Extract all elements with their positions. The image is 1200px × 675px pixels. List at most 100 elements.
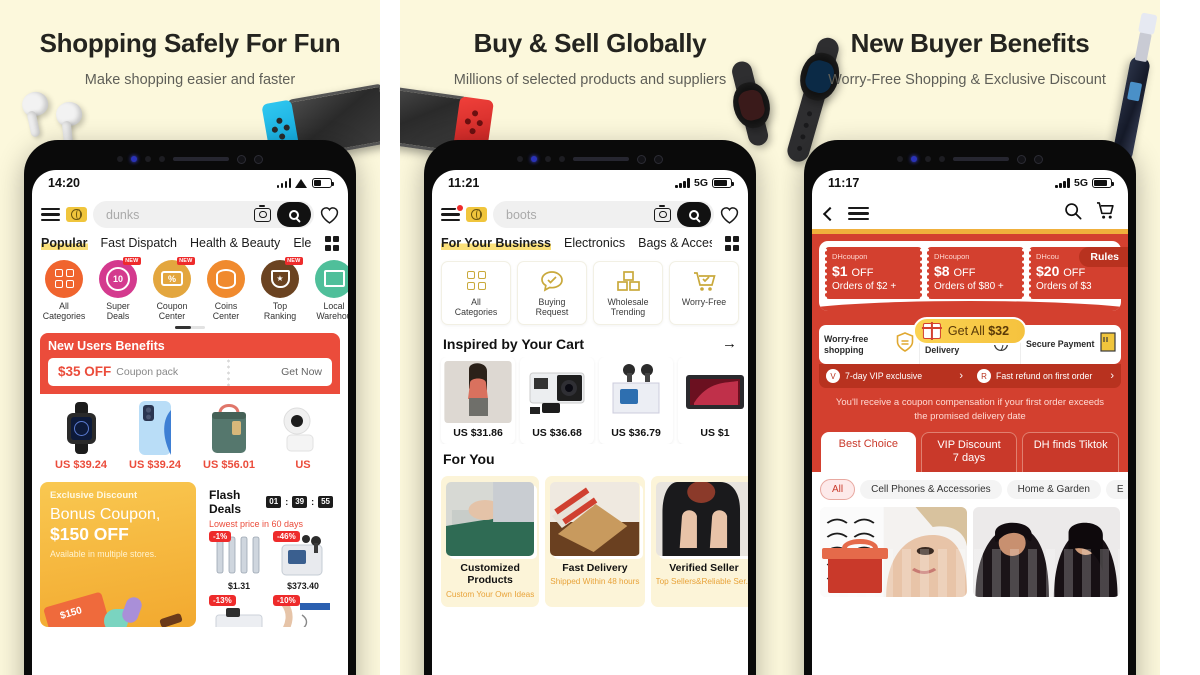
all-tabs-grid-icon[interactable]	[724, 236, 739, 251]
search-icon[interactable]	[1064, 202, 1082, 225]
category-coupon-center[interactable]: NEW % Coupon Center	[148, 256, 196, 321]
vip-row-exclusive[interactable]: V 7-day VIP exclusive ›	[819, 364, 970, 388]
flash-item[interactable]: -13%	[209, 594, 269, 627]
quick-action-all-categories[interactable]: All Categories	[441, 260, 511, 325]
vip-row-refund[interactable]: R Fast refund on first order ›	[970, 364, 1121, 388]
cart-product-card[interactable]: US $31.86	[441, 356, 515, 444]
coupon-brand: DHcoupon	[832, 252, 868, 261]
search-button[interactable]	[277, 202, 311, 227]
foryou-card[interactable]: Fast Delivery Shipped Within 48 hours	[545, 475, 645, 607]
camera-search-icon[interactable]	[654, 204, 671, 222]
shield-icon	[896, 332, 914, 357]
cart-product-card[interactable]: US $36.68	[520, 356, 594, 444]
new-badge: NEW	[176, 256, 195, 265]
flash-title: Flash Deals	[209, 487, 242, 516]
grid-icon	[444, 269, 508, 293]
coupon-value: $20	[1036, 263, 1060, 279]
category-label: Local Warehou	[316, 300, 348, 321]
coupon-card[interactable]: DHcoupon $1 OFF Orders of $2 +	[824, 247, 923, 299]
search-value: boots	[506, 207, 537, 222]
category-local-warehouse[interactable]: Local Warehou	[310, 259, 348, 321]
phone-screen-3: 11:17 5G Rules DHcoupon $1 OFF Orders of…	[812, 170, 1128, 675]
foryou-image	[655, 481, 748, 556]
tab-popular[interactable]: Popular	[41, 236, 88, 251]
back-icon[interactable]	[822, 206, 838, 221]
chip-home-garden[interactable]: Home & Garden	[1006, 479, 1101, 499]
category-all[interactable]: All Categories	[40, 259, 88, 321]
menu-icon[interactable]	[848, 206, 869, 221]
chip-more[interactable]: E	[1105, 479, 1128, 499]
quick-action-buying-request[interactable]: Buying Request	[517, 260, 587, 325]
flash-item[interactable]: -1% $1.31	[209, 530, 269, 591]
get-now-button[interactable]: Get Now	[281, 366, 322, 378]
cart-product-card[interactable]: US $36.79	[599, 356, 673, 444]
countdown-sep: :	[311, 496, 315, 507]
delivery-note: You'll receive a coupon compensation if …	[835, 397, 1105, 422]
search-input[interactable]: dunks	[93, 201, 314, 228]
menu-icon[interactable]	[41, 207, 60, 222]
product-card[interactable]: US $39.24	[120, 400, 190, 471]
flash-item[interactable]: -46% $373.40	[273, 530, 333, 591]
arrow-right-icon[interactable]: →	[722, 336, 737, 351]
benefits-heading: New Users Benefits	[48, 338, 165, 353]
signal-icon	[675, 178, 690, 188]
coupon-terms: Orders of $3	[1036, 281, 1092, 292]
search-input[interactable]: boots	[493, 201, 714, 228]
menu-icon[interactable]	[440, 204, 463, 222]
flash-header: Flash Deals 01 : 39 : 55	[209, 488, 333, 516]
status-time: 14:20	[48, 176, 80, 190]
quick-action-worry-free[interactable]: Worry-Free	[669, 260, 739, 325]
product-card[interactable]: US $56.01	[194, 400, 264, 471]
category-label: Coupon Center	[156, 300, 188, 321]
coupon-off: OFF	[851, 267, 874, 279]
cart-product-card[interactable]: US $1	[678, 356, 748, 444]
camera-search-icon[interactable]	[254, 204, 271, 222]
tab-fast-dispatch[interactable]: Fast Dispatch	[101, 236, 177, 250]
chip-cell-phones[interactable]: Cell Phones & Accessories	[860, 479, 1002, 499]
status-time: 11:21	[448, 176, 480, 190]
product-card[interactable]: US $39.24	[46, 400, 116, 471]
category-coins-center[interactable]: Coins Center	[202, 259, 250, 321]
coupon-strip[interactable]: $35 OFF Coupon pack Get Now	[48, 357, 332, 386]
quick-action-label: Buying Request	[535, 296, 569, 318]
quick-action-wholesale-trending[interactable]: Wholesale Trending	[593, 260, 663, 325]
foryou-card[interactable]: Customized Products Custom Your Own Idea…	[441, 475, 540, 607]
status-bar: 11:17 5G	[812, 170, 1128, 196]
tab-dh-finds-tiktok[interactable]: DH finds Tiktok	[1022, 431, 1120, 472]
language-globe-icon[interactable]	[466, 207, 487, 222]
cart-check-icon	[672, 269, 736, 293]
phone-screen-1: 14:20 dunks Popular Fast Dispatch Health…	[32, 170, 348, 675]
promo-screenshot: Shopping Safely For Fun Make shopping ea…	[0, 0, 1200, 675]
benefit-worry-free: Worry-free shopping	[819, 325, 920, 364]
wishlist-heart-icon[interactable]	[320, 206, 339, 224]
tab-for-your-business[interactable]: For Your Business	[441, 236, 551, 251]
get-all-button[interactable]: Get All $32	[912, 317, 1028, 345]
search-button[interactable]	[677, 202, 711, 227]
product-price: US $56.01	[203, 458, 255, 471]
wishlist-heart-icon[interactable]	[720, 206, 739, 224]
category-super-deals[interactable]: NEW 10 Super Deals	[94, 256, 142, 321]
chat-check-icon	[520, 269, 584, 293]
chip-all[interactable]: All	[820, 478, 856, 500]
all-tabs-grid-icon[interactable]	[324, 236, 339, 251]
phone-screen-2: 11:21 5G boots For Your Business Electro…	[432, 170, 748, 675]
language-globe-icon[interactable]	[66, 207, 87, 222]
bonus-coupon-card[interactable]: Exclusive Discount Bonus Coupon, $150 OF…	[40, 481, 196, 627]
warehouse-icon	[323, 270, 345, 287]
foryou-card[interactable]: Verified Seller Top Sellers&Reliable Ser…	[650, 475, 748, 607]
product-card[interactable]: US	[268, 400, 338, 471]
status-bar: 14:20	[32, 170, 348, 196]
tab-electronics[interactable]: Electronics	[564, 236, 625, 250]
category-top-ranking[interactable]: NEW ★ Top Ranking	[256, 256, 304, 321]
product-price: US $1	[700, 426, 730, 439]
tab-vip-discount[interactable]: VIP Discount 7 days	[920, 431, 1018, 472]
flash-price: $373.40	[287, 580, 319, 591]
rules-button[interactable]: Rules	[1079, 247, 1128, 267]
cart-icon[interactable]	[1096, 202, 1115, 225]
tab-bags-accessories[interactable]: Bags & Accessori	[638, 236, 711, 250]
tab-health-beauty[interactable]: Health & Beauty	[190, 236, 280, 250]
tab-best-choice[interactable]: Best Choice	[821, 431, 916, 472]
tab-electronics[interactable]: Electro	[293, 236, 311, 250]
flash-item[interactable]: -10%	[273, 594, 333, 627]
coupon-card[interactable]: DHcoupon $8 OFF Orders of $80 +	[926, 247, 1025, 299]
